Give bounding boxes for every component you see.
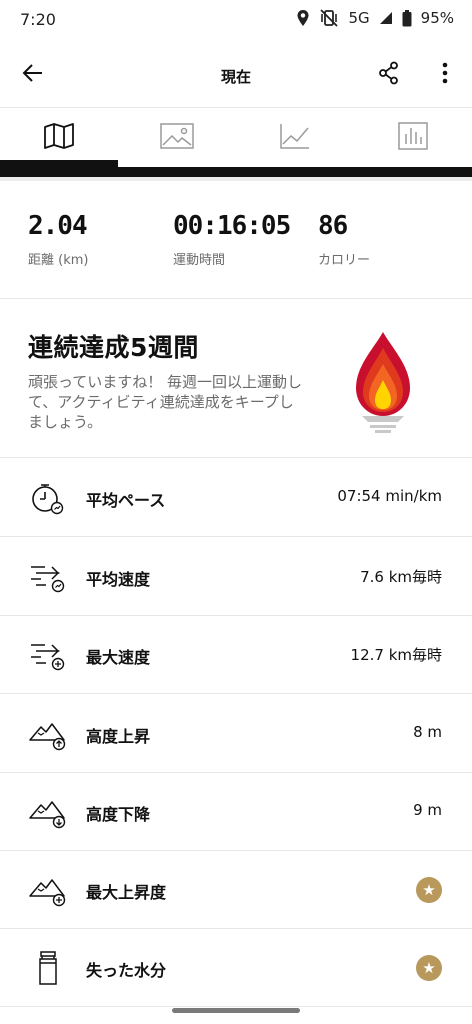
location-icon <box>296 9 310 27</box>
vibrate-off-icon <box>319 9 339 27</box>
tab-rule <box>0 167 472 177</box>
bar-chart-icon <box>398 122 428 154</box>
metric-label: 最大上昇度 <box>86 883 167 902</box>
metric-label: 高度上昇 <box>86 727 151 746</box>
status-bar: 7:20 5G 95% <box>0 0 472 42</box>
map-icon <box>43 122 75 154</box>
back-arrow-icon <box>21 61 45 89</box>
activity-summary: 2.04 距離 (km) 00:16:05 運動時間 86 カロリー <box>0 181 472 299</box>
duration-stat: 00:16:05 運動時間 <box>173 211 291 268</box>
distance-label: 距離 (km) <box>28 253 89 268</box>
image-icon <box>160 123 194 153</box>
metric-row-water-loss[interactable]: 失った水分 ★ <box>0 929 472 1007</box>
streak-card[interactable]: 連続達成5週間 頑張っていますね！ 毎週一回以上運動して、アクティビティ連続達成… <box>0 300 472 458</box>
calories-stat: 86 カロリー <box>318 211 370 268</box>
tab-map[interactable] <box>0 109 118 167</box>
speed-average-icon <box>28 557 68 597</box>
metric-row-average-pace[interactable]: 平均ペース 07:54 min/km <box>0 459 472 537</box>
active-tab-indicator <box>0 160 118 167</box>
metric-label: 最大速度 <box>86 648 151 667</box>
tab-photos[interactable] <box>118 109 236 167</box>
metric-value: 7.6 km毎時 <box>360 568 442 586</box>
more-options-button[interactable] <box>428 58 462 92</box>
status-icons: 5G 95% <box>296 9 454 27</box>
metric-row-max-speed[interactable]: 最大速度 12.7 km毎時 <box>0 616 472 694</box>
water-bottle-icon <box>28 948 68 988</box>
distance-stat: 2.04 距離 (km) <box>28 211 88 268</box>
home-indicator[interactable] <box>172 1008 300 1013</box>
metric-label: 高度下降 <box>86 805 151 824</box>
metric-label: 平均速度 <box>86 570 151 589</box>
tab-splits[interactable] <box>354 109 472 167</box>
streak-title: 連続達成5週間 <box>28 333 199 362</box>
view-tabs <box>0 109 472 167</box>
stopwatch-pace-icon <box>28 478 68 518</box>
metric-value: 9 m <box>413 801 442 819</box>
tab-graphs[interactable] <box>236 109 354 167</box>
flame-trophy-icon <box>348 330 418 434</box>
calories-value: 86 <box>318 211 348 241</box>
status-time: 7:20 <box>20 10 56 29</box>
signal-icon <box>379 11 393 25</box>
metric-value: 8 m <box>413 723 442 741</box>
streak-description: 頑張っていますね！ 毎週一回以上運動して、アクティビティ連続達成をキープしましょ… <box>28 373 303 431</box>
battery-level: 95% <box>420 9 454 27</box>
duration-value: 00:16:05 <box>173 211 291 241</box>
battery-icon <box>402 9 412 27</box>
metric-value: 12.7 km毎時 <box>350 646 442 664</box>
distance-value: 2.04 <box>28 211 88 241</box>
elevation-gain-icon <box>28 714 68 754</box>
speed-max-icon <box>28 635 68 675</box>
back-button[interactable] <box>16 58 50 92</box>
metric-label: 平均ペース <box>86 491 166 510</box>
network-label: 5G <box>348 9 370 27</box>
share-button[interactable] <box>372 58 406 92</box>
premium-star-icon[interactable]: ★ <box>416 955 442 981</box>
metric-row-average-speed[interactable]: 平均速度 7.6 km毎時 <box>0 538 472 616</box>
elevation-loss-icon <box>28 792 68 832</box>
metric-row-elevation-gain[interactable]: 高度上昇 8 m <box>0 695 472 773</box>
metric-value: 07:54 min/km <box>337 487 442 505</box>
metric-row-elevation-loss[interactable]: 高度下降 9 m <box>0 773 472 851</box>
app-bar: 現在 <box>0 42 472 108</box>
calories-label: カロリー <box>318 253 371 268</box>
duration-label: 運動時間 <box>173 253 226 268</box>
metric-row-max-elevation[interactable]: 最大上昇度 ★ <box>0 851 472 929</box>
metric-label: 失った水分 <box>86 961 167 980</box>
max-elevation-icon <box>28 870 68 910</box>
more-vert-icon <box>442 62 448 88</box>
activity-detail-screen: 7:20 5G 95% 現在 2.04 距離 (km) 00:16:05 運動時… <box>0 0 472 1024</box>
line-chart-icon <box>279 122 311 154</box>
share-icon <box>378 61 400 89</box>
premium-star-icon[interactable]: ★ <box>416 877 442 903</box>
